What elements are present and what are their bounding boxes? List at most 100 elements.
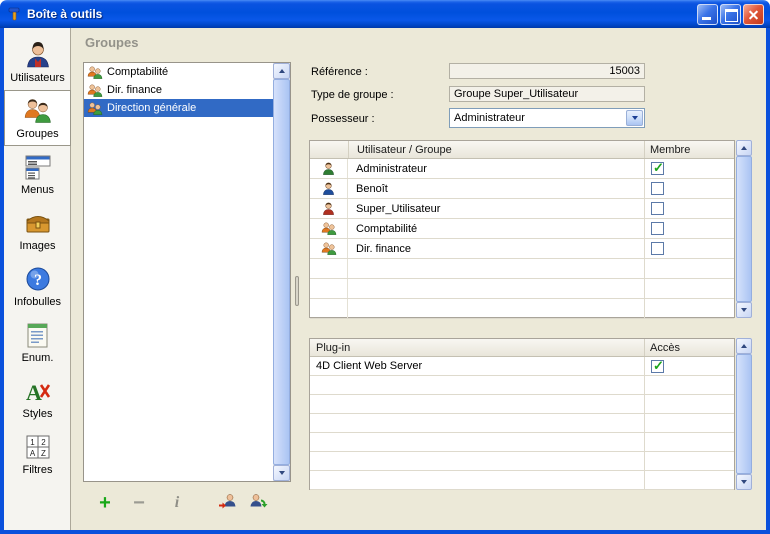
sidebar-item-styles[interactable]: A Styles bbox=[4, 370, 71, 426]
member-checkbox[interactable] bbox=[651, 182, 664, 195]
empty-table-row bbox=[310, 376, 734, 395]
title-bar[interactable]: Boîte à outils bbox=[0, 0, 770, 28]
toolbox-window: Boîte à outils bbox=[0, 0, 770, 534]
member-checkbox[interactable] bbox=[651, 162, 664, 175]
sidebar-item-filtres[interactable]: 1 2 A Z Filtres bbox=[4, 426, 71, 482]
scroll-track[interactable] bbox=[273, 79, 290, 465]
groups-icon bbox=[23, 96, 53, 126]
members-table-scrollbar bbox=[736, 140, 752, 318]
member-name: Comptabilité bbox=[348, 219, 644, 238]
sidebar-label: Menus bbox=[21, 184, 54, 196]
table-row[interactable]: Benoît bbox=[310, 179, 734, 199]
remove-group-button[interactable]: − bbox=[127, 490, 151, 516]
refresh-users-button[interactable] bbox=[245, 490, 271, 516]
minimize-button[interactable] bbox=[697, 4, 718, 25]
owner-label: Possesseur : bbox=[311, 113, 375, 125]
group-icon bbox=[310, 219, 348, 238]
users-icon bbox=[23, 40, 53, 70]
svg-text:A: A bbox=[29, 449, 35, 458]
table-row[interactable]: Comptabilité bbox=[310, 219, 734, 239]
sidebar-label: Enum. bbox=[22, 352, 54, 364]
member-checkbox[interactable] bbox=[651, 202, 664, 215]
svg-text:1: 1 bbox=[30, 438, 35, 447]
scroll-down-button[interactable] bbox=[736, 474, 752, 490]
table-row[interactable]: Super_Utilisateur bbox=[310, 199, 734, 219]
combo-dropdown-button[interactable] bbox=[626, 110, 643, 126]
tooltip-icon: ? bbox=[23, 264, 53, 294]
scroll-thumb[interactable] bbox=[273, 79, 290, 465]
empty-table-row bbox=[310, 279, 734, 299]
sidebar-item-images[interactable]: Images bbox=[4, 202, 71, 258]
scroll-up-button[interactable] bbox=[273, 63, 290, 79]
member-checkbox[interactable] bbox=[651, 222, 664, 235]
scroll-thumb[interactable] bbox=[736, 354, 752, 474]
svg-text:Z: Z bbox=[41, 449, 46, 458]
window-frame: Utilisateurs Groupes bbox=[0, 28, 770, 534]
member-checkbox[interactable] bbox=[651, 242, 664, 255]
assign-user-button[interactable] bbox=[215, 490, 241, 516]
group-list: Comptabilité Dir. fi bbox=[83, 62, 291, 482]
reference-field[interactable]: 15003 bbox=[449, 63, 645, 79]
sidebar-label: Styles bbox=[23, 408, 53, 420]
plugins-table-header: Plug-in Accès bbox=[310, 339, 734, 357]
table-row[interactable]: 4D Client Web Server bbox=[310, 357, 734, 376]
icon-column-header[interactable] bbox=[310, 141, 348, 158]
members-table: Utilisateur / Groupe Membre Admin bbox=[309, 140, 735, 318]
sidebar-item-enum[interactable]: Enum. bbox=[4, 314, 71, 370]
list-item[interactable]: Dir. finance bbox=[84, 81, 273, 99]
plus-icon: + bbox=[99, 492, 111, 515]
sidebar-label: Groupes bbox=[16, 128, 58, 140]
empty-table-row bbox=[310, 299, 734, 319]
member-name: Benoît bbox=[348, 179, 644, 198]
arrow-up-icon bbox=[741, 344, 747, 348]
arrow-down-icon bbox=[279, 471, 285, 475]
table-row[interactable]: Administrateur bbox=[310, 159, 734, 179]
list-item[interactable]: Comptabilité bbox=[84, 63, 273, 81]
owner-combobox[interactable]: Administrateur bbox=[449, 108, 645, 128]
close-button[interactable] bbox=[743, 4, 764, 25]
group-icon bbox=[87, 101, 103, 116]
info-button[interactable]: i bbox=[167, 490, 187, 516]
arrow-up-icon bbox=[741, 146, 747, 150]
column-header-acces[interactable]: Accès bbox=[645, 342, 734, 354]
window-title: Boîte à outils bbox=[27, 7, 102, 21]
owner-value: Administrateur bbox=[450, 109, 644, 127]
sidebar-item-menus[interactable]: Menus bbox=[4, 146, 71, 202]
member-name: Dir. finance bbox=[348, 239, 644, 258]
sidebar-label: Utilisateurs bbox=[10, 72, 64, 84]
styles-icon: A bbox=[23, 376, 53, 406]
access-checkbox[interactable] bbox=[651, 360, 664, 373]
empty-table-row bbox=[310, 395, 734, 414]
scroll-down-button[interactable] bbox=[273, 465, 290, 481]
window-controls bbox=[697, 4, 764, 25]
scroll-down-button[interactable] bbox=[736, 302, 752, 318]
splitter[interactable] bbox=[294, 62, 301, 510]
svg-text:?: ? bbox=[34, 272, 42, 289]
list-item[interactable]: Direction générale bbox=[84, 99, 273, 117]
toolbox-app-icon bbox=[6, 6, 22, 22]
scroll-track[interactable] bbox=[736, 156, 752, 302]
add-group-button[interactable]: + bbox=[93, 490, 117, 516]
column-header-utilisateur-groupe[interactable]: Utilisateur / Groupe bbox=[349, 144, 644, 156]
scroll-up-button[interactable] bbox=[736, 338, 752, 354]
user-arrow-icon bbox=[218, 493, 238, 513]
sidebar-item-utilisateurs[interactable]: Utilisateurs bbox=[4, 34, 71, 90]
table-row[interactable]: Dir. finance bbox=[310, 239, 734, 259]
column-header-membre[interactable]: Membre bbox=[645, 144, 734, 156]
maximize-button[interactable] bbox=[720, 4, 741, 25]
list-item-label: Dir. finance bbox=[107, 84, 162, 96]
sidebar-label: Infobulles bbox=[14, 296, 61, 308]
plugin-name: 4D Client Web Server bbox=[310, 357, 644, 375]
scroll-up-button[interactable] bbox=[736, 140, 752, 156]
arrow-down-icon bbox=[741, 480, 747, 484]
scroll-thumb[interactable] bbox=[736, 156, 752, 302]
member-name: Administrateur bbox=[348, 159, 644, 178]
sidebar-label: Images bbox=[19, 240, 55, 252]
column-header-plugin[interactable]: Plug-in bbox=[310, 342, 644, 354]
scroll-track[interactable] bbox=[736, 354, 752, 474]
svg-text:2: 2 bbox=[41, 438, 46, 447]
empty-table-row bbox=[310, 452, 734, 471]
sidebar-item-infobulles[interactable]: ? Infobulles bbox=[4, 258, 71, 314]
sidebar-item-groupes[interactable]: Groupes bbox=[4, 90, 71, 146]
menus-icon bbox=[23, 152, 53, 182]
